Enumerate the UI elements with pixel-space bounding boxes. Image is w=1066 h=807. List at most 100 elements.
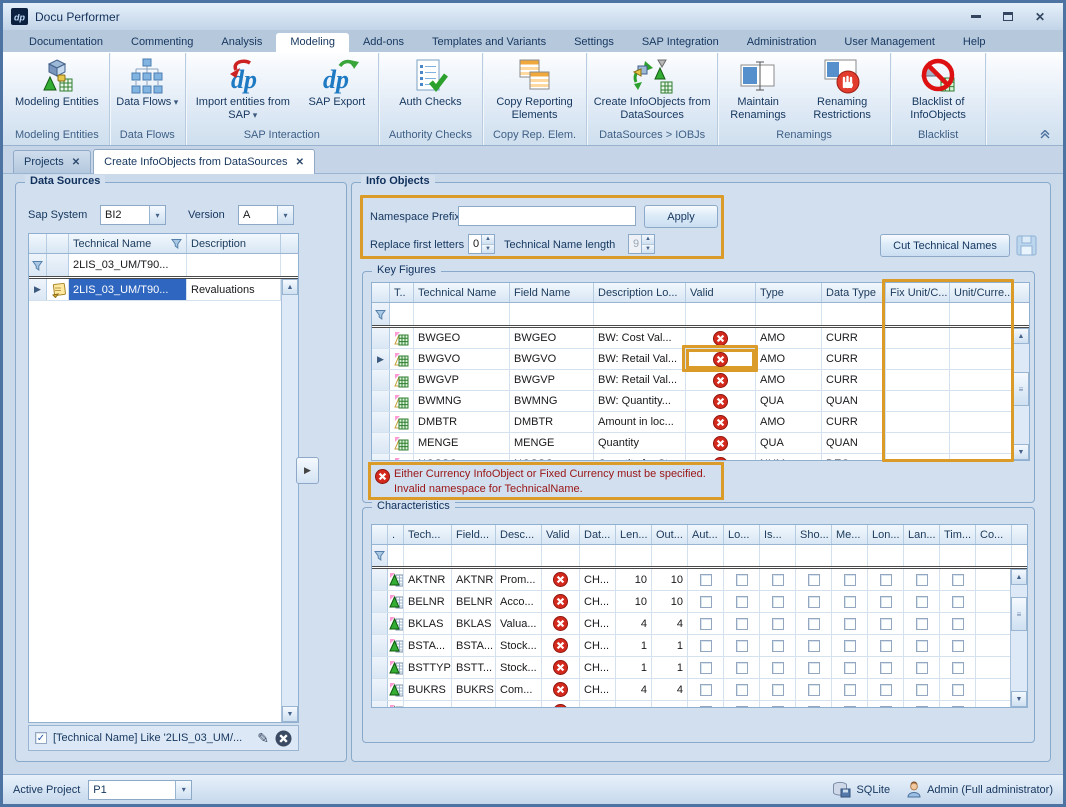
- field-name-cell[interactable]: BSTA...: [452, 635, 496, 656]
- column-header-description-lo[interactable]: Description Lo...: [594, 283, 686, 302]
- checkbox[interactable]: [880, 640, 892, 652]
- valid-cell[interactable]: [686, 454, 756, 460]
- checkbox[interactable]: [952, 574, 964, 586]
- filter-cell[interactable]: [976, 545, 1012, 566]
- type-cell[interactable]: AMO: [756, 349, 822, 369]
- compounding-cell[interactable]: [976, 591, 1010, 612]
- valid-cell[interactable]: [686, 412, 756, 432]
- filter-cell[interactable]: [940, 545, 976, 566]
- description-cell[interactable]: Stock...: [496, 657, 542, 678]
- field-name-cell[interactable]: BSTT...: [452, 657, 496, 678]
- checkbox[interactable]: [952, 640, 964, 652]
- checkbox[interactable]: [916, 618, 928, 630]
- description-cell[interactable]: BW: Quantity...: [594, 391, 686, 411]
- spinner-up-icon[interactable]: ▲: [482, 235, 494, 245]
- active-project-select[interactable]: P1 ▾: [88, 780, 192, 800]
- valid-cell[interactable]: [542, 679, 580, 700]
- technical-name-cell[interactable]: BSTA...: [404, 635, 452, 656]
- checkbox[interactable]: [880, 662, 892, 674]
- checkbox[interactable]: [844, 684, 856, 696]
- checkbox[interactable]: [916, 640, 928, 652]
- data-type-cell[interactable]: CURR: [822, 328, 886, 348]
- filter-cell[interactable]: [688, 545, 724, 566]
- column-header-description[interactable]: Description: [187, 234, 281, 253]
- field-name-cell[interactable]: BWGEO: [510, 328, 594, 348]
- description-cell[interactable]: Amount in loc...: [594, 412, 686, 432]
- filter-cell[interactable]: [390, 303, 414, 325]
- checkbox[interactable]: [736, 574, 748, 586]
- checkbox[interactable]: [880, 574, 892, 586]
- chevron-down-icon[interactable]: ▾: [149, 206, 165, 224]
- checkbox[interactable]: [952, 684, 964, 696]
- database-indicator[interactable]: SQLite: [832, 781, 890, 798]
- length-cell[interactable]: 10: [616, 591, 652, 612]
- column-header-is[interactable]: Is...: [760, 525, 796, 544]
- field-name-cell[interactable]: BWGVO: [510, 349, 594, 369]
- column-header-tim[interactable]: Tim...: [940, 525, 976, 544]
- description-cell[interactable]: Stock...: [496, 635, 542, 656]
- data-type-cell[interactable]: CH...: [580, 569, 616, 590]
- length-cell[interactable]: 4: [616, 679, 652, 700]
- minimize-button[interactable]: [969, 11, 983, 23]
- scroll-track[interactable]: ≡: [1013, 344, 1029, 444]
- checkbox[interactable]: [880, 596, 892, 608]
- checkbox[interactable]: [700, 574, 712, 586]
- column-header-technical-name[interactable]: Technical Name: [414, 283, 510, 302]
- checkbox[interactable]: [952, 618, 964, 630]
- length-cell[interactable]: 1: [616, 657, 652, 678]
- checkbox[interactable]: [844, 662, 856, 674]
- scroll-track[interactable]: ≡: [1011, 585, 1027, 691]
- ribbon-tab-analysis[interactable]: Analysis: [207, 33, 276, 52]
- unit-currency-cell[interactable]: [950, 412, 1012, 432]
- compounding-cell[interactable]: [976, 679, 1010, 700]
- ribbon-button-create-infoobjects-from-datasources[interactable]: Create InfoObjects from DataSources: [589, 54, 715, 124]
- checkbox[interactable]: [772, 574, 784, 586]
- filter-cell[interactable]: [822, 303, 886, 325]
- checkbox[interactable]: [736, 662, 748, 674]
- unit-currency-cell[interactable]: [950, 328, 1012, 348]
- field-name-cell[interactable]: BWGVP: [510, 370, 594, 390]
- checkbox[interactable]: [772, 684, 784, 696]
- data-type-cell[interactable]: CH...: [580, 701, 616, 707]
- valid-cell[interactable]: [686, 370, 756, 390]
- data-type-cell[interactable]: QUAN: [822, 391, 886, 411]
- column-header-len[interactable]: Len...: [616, 525, 652, 544]
- filter-cell[interactable]: [452, 545, 496, 566]
- column-header-me[interactable]: Me...: [832, 525, 868, 544]
- checkbox[interactable]: [916, 706, 928, 708]
- checkbox[interactable]: [844, 574, 856, 586]
- checkbox[interactable]: [952, 706, 964, 708]
- field-name-cell[interactable]: BWA...: [452, 701, 496, 707]
- valid-cell[interactable]: [542, 635, 580, 656]
- version-select[interactable]: A ▾: [238, 205, 294, 225]
- valid-cell[interactable]: [542, 591, 580, 612]
- checkbox[interactable]: [808, 706, 820, 708]
- filter-cell-technical-name[interactable]: 2LIS_03_UM/T90...: [69, 254, 187, 276]
- filter-cell[interactable]: [832, 545, 868, 566]
- output-length-cell[interactable]: 1: [652, 657, 688, 678]
- length-cell[interactable]: 1: [616, 635, 652, 656]
- ribbon-tab-settings[interactable]: Settings: [560, 33, 628, 52]
- type-cell[interactable]: AMO: [756, 328, 822, 348]
- column-header-valid[interactable]: Valid: [542, 525, 580, 544]
- description-cell[interactable]: Quantity for St...: [594, 454, 686, 460]
- column-header-out[interactable]: Out...: [652, 525, 688, 544]
- technical-name-cell[interactable]: BUKRS: [404, 679, 452, 700]
- filter-cell[interactable]: [686, 303, 756, 325]
- compounding-cell[interactable]: [976, 657, 1010, 678]
- technical-name-cell[interactable]: BWMNG: [414, 391, 510, 411]
- column-header-lan[interactable]: Lan...: [904, 525, 940, 544]
- field-name-cell[interactable]: BWMNG: [510, 391, 594, 411]
- data-type-cell[interactable]: QUAN: [822, 433, 886, 453]
- checkbox[interactable]: [736, 618, 748, 630]
- data-type-cell[interactable]: CH...: [580, 679, 616, 700]
- compounding-cell[interactable]: [976, 701, 1010, 707]
- column-header-desc[interactable]: Desc...: [496, 525, 542, 544]
- output-length-cell[interactable]: 10: [652, 569, 688, 590]
- compounding-cell[interactable]: [976, 569, 1010, 590]
- column-header-field-name[interactable]: Field Name: [510, 283, 594, 302]
- column-header-type[interactable]: Type: [756, 283, 822, 302]
- close-button[interactable]: ✕: [1033, 11, 1047, 23]
- checkbox[interactable]: [880, 706, 892, 708]
- column-header-tech[interactable]: Tech...: [404, 525, 452, 544]
